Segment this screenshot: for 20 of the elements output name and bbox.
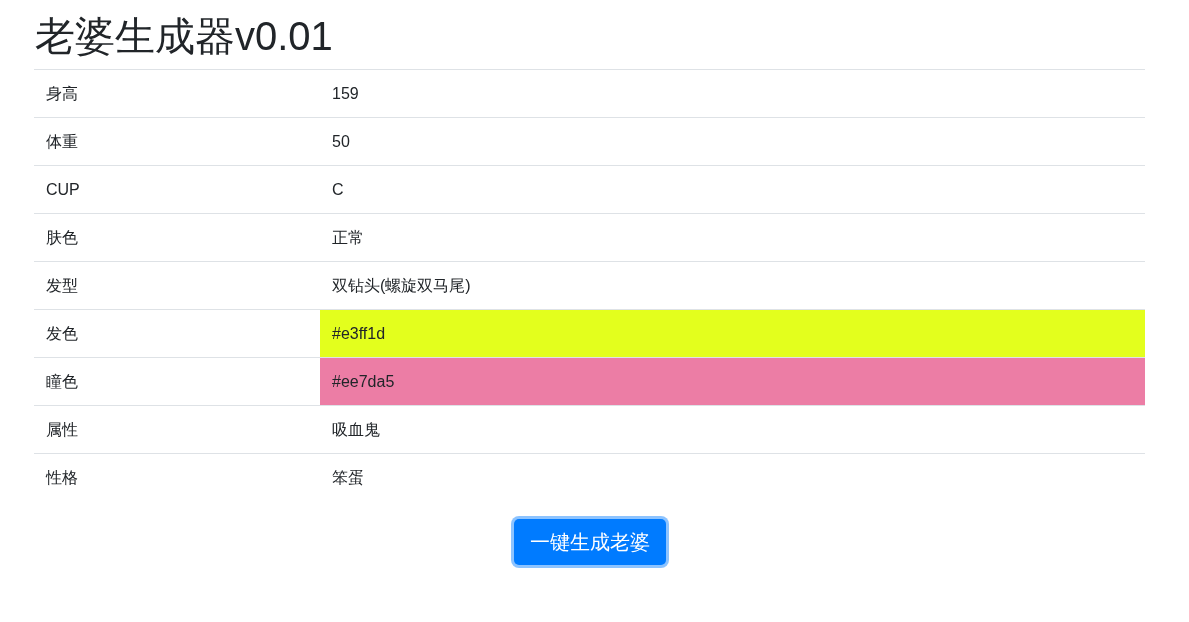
attribute-value: 笨蛋: [332, 468, 364, 486]
attribute-value: 159: [332, 84, 359, 102]
attribute-label: 属性: [46, 420, 78, 438]
attribute-value: #ee7da5: [332, 372, 395, 390]
attribute-value: 正常: [332, 228, 364, 246]
generate-button[interactable]: 一键生成老婆: [513, 518, 666, 565]
attribute-label: 肤色: [46, 228, 78, 246]
page-title: 老婆生成器v0.01: [35, 13, 333, 60]
attribute-value: 双钻头(螺旋双马尾): [332, 276, 471, 294]
attribute-value: #e3ff1d: [332, 324, 386, 342]
attribute-label: 发色: [46, 324, 78, 342]
attribute-label: CUP: [46, 180, 80, 198]
attribute-label: 体重: [46, 132, 78, 150]
attribute-value: 吸血鬼: [332, 420, 380, 438]
attribute-value: 50: [332, 132, 350, 150]
attribute-label: 性格: [46, 468, 78, 486]
attribute-label: 发型: [46, 276, 78, 294]
attribute-value: C: [332, 180, 344, 198]
attribute-label: 瞳色: [46, 372, 78, 390]
attribute-label: 身高: [46, 84, 78, 102]
